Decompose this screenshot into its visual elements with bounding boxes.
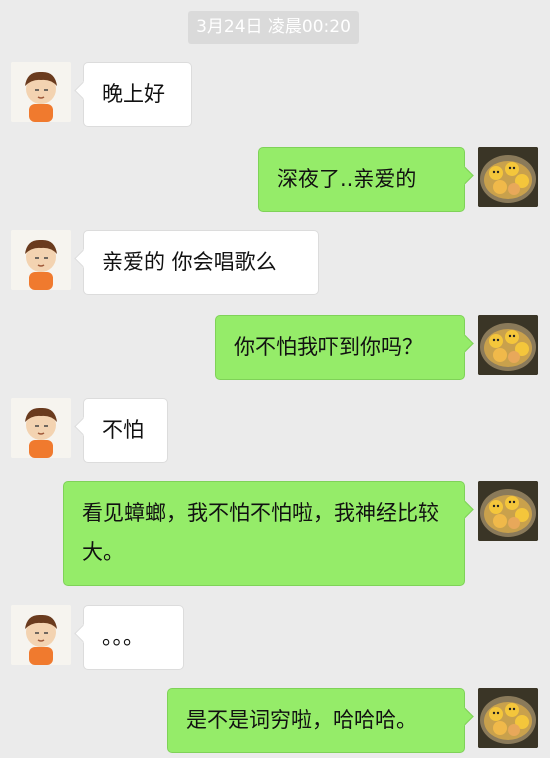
message-text: 。。。 xyxy=(102,625,144,649)
my-avatar[interactable] xyxy=(478,147,538,207)
message-text: 是不是词穷啦，哈哈哈。 xyxy=(186,708,417,732)
message-bubble-outgoing[interactable]: 看见蟑螂，我不怕不怕啦，我神经比较大。 xyxy=(63,481,474,586)
timestamp: 3月24日 凌晨00:20 xyxy=(188,11,359,44)
bubble-tail xyxy=(455,500,474,519)
contact-avatar[interactable] xyxy=(11,398,71,458)
bubble-tail xyxy=(455,166,474,185)
message-text: 你不怕我吓到你吗？ xyxy=(234,335,423,359)
message-bubble-outgoing[interactable]: 深夜了..亲爱的 xyxy=(258,147,474,212)
contact-avatar[interactable] xyxy=(11,62,71,122)
bubble-tail xyxy=(74,81,93,100)
contact-avatar[interactable] xyxy=(11,230,71,290)
message-text: 亲爱的 你会唱歌么 xyxy=(102,250,277,274)
message-bubble-outgoing[interactable]: 是不是词穷啦，哈哈哈。 xyxy=(167,688,474,753)
bubble-tail xyxy=(74,417,93,436)
my-avatar[interactable] xyxy=(478,481,538,541)
bubble-tail xyxy=(455,334,474,353)
bubble-tail xyxy=(455,707,474,726)
my-avatar[interactable] xyxy=(478,688,538,748)
message-text: 看见蟑螂，我不怕不怕啦，我神经比较大。 xyxy=(82,501,439,564)
message-bubble-incoming[interactable]: 亲爱的 你会唱歌么 xyxy=(74,230,319,295)
my-avatar[interactable] xyxy=(478,315,538,375)
message-bubble-incoming[interactable]: 。。。 xyxy=(74,605,184,670)
bubble-tail xyxy=(74,624,93,643)
message-bubble-incoming[interactable]: 晚上好 xyxy=(74,62,192,127)
message-text: 不怕 xyxy=(102,418,144,442)
message-text: 晚上好 xyxy=(102,82,165,106)
message-bubble-incoming[interactable]: 不怕 xyxy=(74,398,168,463)
contact-avatar[interactable] xyxy=(11,605,71,665)
message-bubble-outgoing[interactable]: 你不怕我吓到你吗？ xyxy=(215,315,474,380)
bubble-tail xyxy=(74,249,93,268)
message-text: 深夜了..亲爱的 xyxy=(277,167,417,191)
